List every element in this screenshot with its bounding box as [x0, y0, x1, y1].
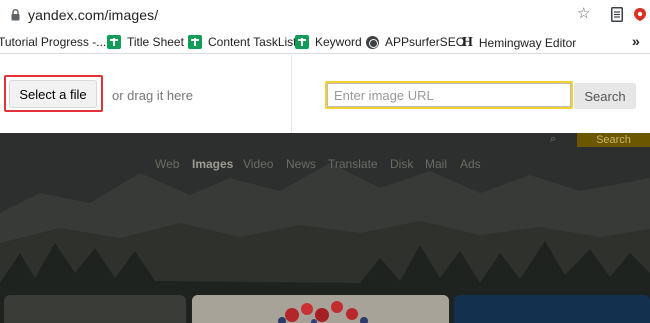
nav-news: News: [286, 157, 317, 171]
nav-ads: Ads: [460, 157, 481, 171]
bookmark-title-sheet[interactable]: Title Sheet: [107, 35, 184, 49]
document-extension-icon[interactable]: [611, 7, 623, 27]
url-text[interactable]: yandex.com/images/: [28, 7, 158, 23]
search-button[interactable]: Search: [574, 83, 636, 109]
bookmark-star-icon[interactable]: ☆: [577, 6, 590, 22]
berries-image: [192, 295, 449, 323]
red-extension-icon[interactable]: [633, 7, 647, 27]
bookmark-label: APPsurferSEO: [385, 35, 466, 49]
image-card: [192, 295, 449, 323]
background-search-button: Search: [577, 133, 650, 147]
bookmark-label: Title Sheet: [127, 35, 184, 49]
nav-disk: Disk: [390, 157, 414, 171]
bookmark-label: Content TaskList: [208, 35, 297, 49]
select-file-button[interactable]: Select a file: [9, 80, 97, 108]
bookmark-label: Keyword: [315, 35, 362, 49]
nav-images: Images: [192, 157, 234, 171]
bookmark-tutorial-progress[interactable]: Tutorial Progress -...: [0, 35, 106, 49]
image-url-input[interactable]: [327, 83, 571, 107]
nav-web: Web: [155, 157, 180, 171]
panel-divider: [291, 55, 292, 133]
nav-video: Video: [243, 157, 274, 171]
bookmark-label: Tutorial Progress -...: [0, 35, 107, 49]
more-bookmarks-icon[interactable]: »: [632, 33, 640, 49]
google-sheets-icon: [295, 35, 309, 49]
lock-icon: [11, 8, 20, 26]
bookmark-label: Hemingway Editor: [478, 36, 577, 50]
bookmarks-bar: Tutorial Progress -... Title Sheet Conte…: [0, 30, 650, 54]
bookmark-appsurferseo[interactable]: APPsurferSEO: [366, 35, 465, 49]
image-card: [454, 295, 650, 323]
camera-search-icon: ⌕: [550, 133, 557, 145]
google-sheets-icon: [188, 35, 202, 49]
globe-icon: [366, 35, 379, 49]
image-card: [4, 295, 186, 323]
address-bar[interactable]: yandex.com/images/ ☆: [0, 0, 650, 30]
drag-hint: or drag it here: [112, 88, 193, 103]
nav-translate: Translate: [328, 157, 378, 171]
bookmark-hemingway-editor[interactable]: H Hemingway Editor: [462, 35, 576, 51]
hemingway-h-icon: H: [462, 35, 473, 50]
nav-mail: Mail: [425, 157, 448, 171]
background-service-nav: Web Images Video News Translate Disk Mai…: [0, 157, 650, 173]
google-sheets-icon: [107, 35, 121, 49]
bookmark-content-tasklist[interactable]: Content TaskList: [188, 35, 297, 49]
bookmark-keyword[interactable]: Keyword: [295, 35, 362, 49]
